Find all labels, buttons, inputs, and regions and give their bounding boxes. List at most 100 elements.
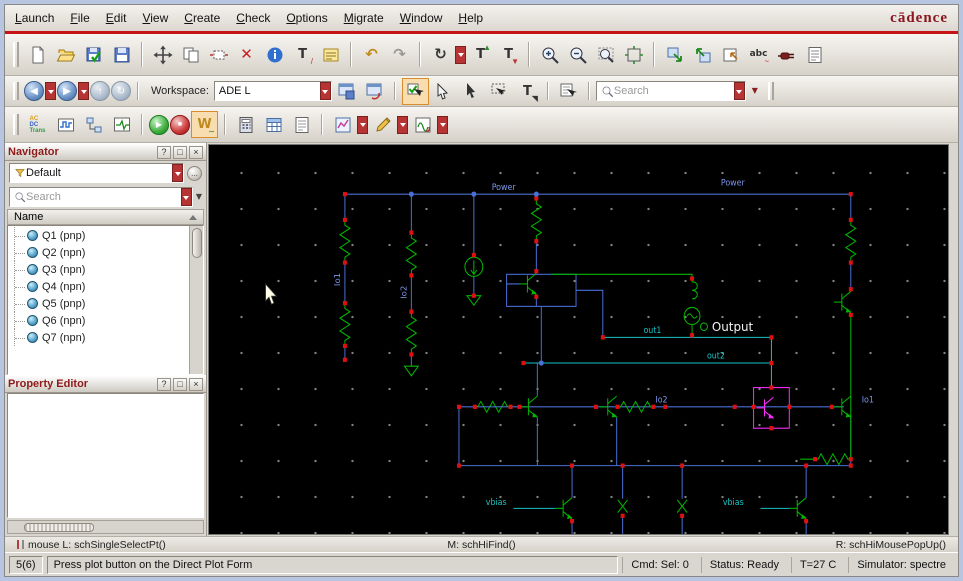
cyan-nets[interactable] [513,336,790,509]
open-button[interactable] [52,41,79,68]
search-options-button[interactable]: ▼ [747,78,763,105]
mode-pointer-button[interactable] [458,78,485,105]
save-button[interactable] [108,41,135,68]
workspace-combobox[interactable]: ADE L [213,81,332,101]
move-button[interactable] [149,41,176,68]
rotate-dropdown-arrow[interactable] [455,45,466,64]
navigator-float-button[interactable]: □ [173,145,187,159]
search-combobox[interactable]: Search [595,81,746,101]
property-editor-close-button[interactable]: × [189,377,203,391]
schematic-canvas[interactable]: Power Power out1 out2 Io2 Io1 Io1 Io2 vb… [208,144,949,535]
nav-up-button[interactable]: ↑ [90,81,110,101]
stop-simulation-button[interactable]: ■ [170,114,190,135]
tree-vertical-scrollbar[interactable] [189,226,203,374]
selected-instance[interactable] [753,387,790,429]
menu-window[interactable]: Window [400,11,443,25]
scrollbar-thumb[interactable] [24,522,94,532]
search-dropdown-arrow[interactable] [733,82,745,100]
descend-hierarchy-button[interactable] [661,41,688,68]
menu-view[interactable]: View [142,11,168,25]
hierarchy-editor-button[interactable] [80,111,107,138]
undo-button[interactable]: ↶ [358,41,385,68]
navigator-help-button[interactable]: ? [157,145,171,159]
rotate-button[interactable]: ↻ [427,41,454,68]
run-simulation-button[interactable]: ▶ [149,114,169,135]
nav-forward-button[interactable]: ▶ [57,81,77,101]
wire-net[interactable] [344,193,852,534]
label-io1-right[interactable]: Io1 [862,394,874,404]
save-workspace-button[interactable] [333,78,360,105]
navigator-search-dropdown[interactable] [180,188,192,206]
navigator-options-button[interactable]: ... [187,165,202,181]
delete-button[interactable]: ✕ [233,41,260,68]
text-descend-button[interactable]: T ▼ [495,41,522,68]
selection-filter-button[interactable] [555,78,582,105]
zoom-to-fit-button[interactable] [592,41,619,68]
menu-options[interactable]: Options [286,11,327,25]
net-label-power-right[interactable]: Power [721,177,746,187]
plot-options-dropdown[interactable] [357,115,368,134]
mode-text-select-button[interactable]: T ◥ [514,78,541,105]
nav-back-dropdown[interactable] [45,82,56,100]
text-ascend-button[interactable]: T ▲ [467,41,494,68]
tree-item-q7[interactable]: Q7 (npn) [8,329,189,346]
replot-dropdown[interactable] [437,115,448,134]
direct-plot-button[interactable]: W ∼ [191,111,218,138]
tree-item-q1[interactable]: Q1 (pnp) [8,227,189,244]
label-io1-left[interactable]: Io1 [332,273,342,286]
edit-setup-dropdown[interactable] [397,115,408,134]
menu-check[interactable]: Check [236,11,270,25]
menu-file[interactable]: File [70,11,89,25]
net-label-out1[interactable]: out1 [643,325,661,335]
net-label-vbias-left[interactable]: vbias [486,497,507,507]
copy-button[interactable] [177,41,204,68]
check-and-save-button[interactable] [80,41,107,68]
net-label-vbias-right[interactable]: vbias [723,497,744,507]
simulation-log-button[interactable] [288,111,315,138]
tree-item-q6[interactable]: Q6 (npn) [8,312,189,329]
navigator-filter-combobox[interactable]: Default [9,163,184,183]
nav-refresh-button[interactable]: ↻ [111,81,131,101]
ascend-hierarchy-button[interactable] [689,41,716,68]
analyses-setup-button[interactable]: AC DC Trans [24,111,51,138]
nav-forward-dropdown[interactable] [78,82,89,100]
mode-full-select-button[interactable] [401,77,429,105]
plot-options-button[interactable] [329,111,356,138]
create-label-button[interactable]: T / [289,41,316,68]
toolbar-handle[interactable] [13,81,19,101]
sidebar-horizontal-scrollbar[interactable] [7,520,204,534]
menu-launch[interactable]: Launch [15,11,54,25]
mode-partial-select-button[interactable] [430,78,457,105]
tree-item-q4[interactable]: Q4 (npn) [8,278,189,295]
revert-workspace-button[interactable] [361,78,388,105]
properties-button[interactable] [261,41,288,68]
zoom-out-button[interactable] [564,41,591,68]
scrollbar-thumb[interactable] [191,228,202,258]
menu-edit[interactable]: Edit [106,11,127,25]
redo-button[interactable]: ↷ [386,41,413,68]
net-label-out2[interactable]: out2 [707,350,725,360]
toolbar-handle[interactable] [13,41,19,68]
menu-create[interactable]: Create [184,11,220,25]
output-port-label[interactable]: Output [712,320,753,335]
label-io2-left[interactable]: Io2 [399,286,409,299]
tree-item-q3[interactable]: Q3 (npn) [8,261,189,278]
workspace-dropdown-arrow[interactable] [319,82,331,100]
toolbar-handle[interactable] [767,81,774,101]
navigator-search-combobox[interactable]: Search [9,187,193,207]
summary-sheet-button[interactable] [801,41,828,68]
tree-item-q2[interactable]: Q2 (npn) [8,244,189,261]
zoom-in-button[interactable] [536,41,563,68]
nav-back-button[interactable]: ◀ [24,81,44,101]
toolbar-handle[interactable] [13,113,19,136]
new-cellview-button[interactable] [24,41,51,68]
schematic-window-button[interactable] [108,111,135,138]
net-label-power-left[interactable]: Power [492,182,517,192]
edit-setup-button[interactable] [369,111,396,138]
stretch-button[interactable] [205,41,232,68]
stimuli-setup-button[interactable] [52,111,79,138]
menu-help[interactable]: Help [458,11,483,25]
mode-area-select-button[interactable] [486,78,513,105]
create-note-button[interactable] [317,41,344,68]
property-editor-float-button[interactable]: □ [173,377,187,391]
